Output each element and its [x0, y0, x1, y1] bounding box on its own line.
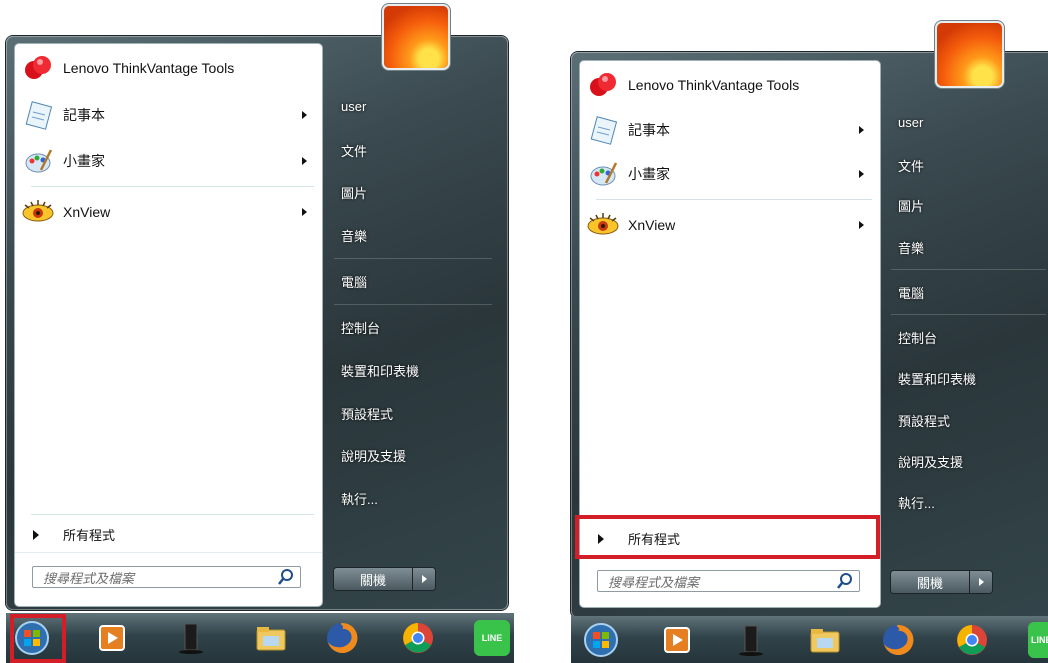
right-item-music[interactable]: 音樂 — [341, 226, 367, 245]
all-programs-highlight — [575, 515, 880, 559]
submenu-arrow-icon — [859, 126, 864, 134]
shutdown-button[interactable]: 關機 — [334, 568, 413, 590]
program-paint[interactable]: 小畫家 — [21, 144, 105, 178]
right-item-documents[interactable]: 文件 — [341, 141, 367, 160]
submenu-arrow-icon — [859, 170, 864, 178]
arrow-right-icon — [978, 578, 984, 586]
program-label: XnView — [63, 204, 111, 220]
submenu-arrow-icon — [859, 221, 864, 229]
programs-pane: Lenovo ThinkVantage Tools 記事本 小畫家 XnView — [15, 44, 322, 606]
user-avatar[interactable] — [384, 6, 448, 68]
program-notepad[interactable]: 記事本 — [586, 113, 670, 147]
right-item-computer[interactable]: 電腦 — [341, 272, 367, 291]
program-label: 小畫家 — [628, 166, 670, 182]
start-button-highlight — [10, 614, 66, 663]
program-label: 記事本 — [628, 122, 670, 138]
line-icon[interactable]: LINE — [1028, 622, 1048, 658]
user-avatar[interactable] — [937, 23, 1002, 86]
search-input[interactable]: 搜尋程式及檔案 — [597, 570, 860, 592]
right-item-music[interactable]: 音樂 — [898, 238, 924, 257]
programs-divider — [31, 186, 314, 187]
right-divider — [891, 269, 1046, 270]
file-explorer-icon[interactable] — [253, 620, 289, 656]
taskbar: LINE — [571, 616, 1048, 663]
lenovo-tools-icon — [586, 68, 620, 102]
paint-icon — [586, 157, 620, 191]
program-lenovo-tools[interactable]: Lenovo ThinkVantage Tools — [21, 51, 234, 85]
right-divider — [891, 314, 1046, 315]
line-icon-label: LINE — [481, 633, 503, 643]
right-item-default-programs[interactable]: 預設程式 — [341, 404, 393, 423]
all-programs-divider — [31, 514, 314, 515]
start-menu-screenshot-right: Lenovo ThinkVantage Tools 記事本 小畫家 XnView — [563, 0, 1048, 663]
media-player-icon[interactable] — [659, 622, 695, 658]
program-label: 記事本 — [63, 107, 105, 123]
computer-tower-icon[interactable] — [173, 620, 209, 656]
right-item-run[interactable]: 執行... — [341, 489, 378, 508]
shutdown-button[interactable]: 關機 — [891, 571, 970, 593]
submenu-arrow-icon — [302, 208, 307, 216]
shutdown-control: 關機 — [334, 568, 435, 590]
right-item-control-panel[interactable]: 控制台 — [341, 318, 380, 337]
notepad-icon — [586, 113, 620, 147]
right-item-user[interactable]: user — [341, 99, 366, 114]
search-icon[interactable] — [276, 567, 296, 587]
right-item-run[interactable]: 執行... — [898, 493, 935, 512]
xnview-icon — [21, 195, 55, 229]
expand-arrow-icon — [33, 529, 39, 540]
program-xnview[interactable]: XnView — [21, 195, 110, 229]
right-item-default-programs[interactable]: 預設程式 — [898, 411, 950, 430]
line-icon-label: LINE — [1031, 635, 1048, 645]
right-item-pictures[interactable]: 圖片 — [898, 196, 924, 215]
taskbar: LINE — [6, 613, 514, 663]
chrome-icon[interactable] — [954, 622, 990, 658]
right-item-help-support[interactable]: 說明及支援 — [341, 446, 406, 465]
start-menu-screenshot-left: Lenovo ThinkVantage Tools 記事本 小畫家 XnView — [0, 0, 520, 663]
program-lenovo-tools[interactable]: Lenovo ThinkVantage Tools — [586, 68, 799, 102]
file-explorer-icon[interactable] — [807, 622, 843, 658]
program-label: XnView — [628, 217, 676, 233]
all-programs-button[interactable]: 所有程式 — [33, 525, 115, 544]
right-item-pictures[interactable]: 圖片 — [341, 183, 367, 202]
program-notepad[interactable]: 記事本 — [21, 98, 105, 132]
lenovo-tools-icon — [21, 51, 55, 85]
search-placeholder: 搜尋程式及檔案 — [43, 570, 135, 586]
chrome-icon[interactable] — [400, 620, 436, 656]
right-item-computer[interactable]: 電腦 — [898, 283, 924, 302]
right-item-devices-printers[interactable]: 裝置和印表機 — [898, 369, 976, 388]
program-label: 小畫家 — [63, 153, 105, 169]
notepad-icon — [21, 98, 55, 132]
program-paint[interactable]: 小畫家 — [586, 157, 670, 191]
right-item-help-support[interactable]: 說明及支援 — [898, 452, 963, 471]
firefox-icon[interactable] — [880, 622, 916, 658]
right-item-user[interactable]: user — [898, 115, 923, 130]
search-placeholder: 搜尋程式及檔案 — [608, 574, 700, 590]
submenu-arrow-icon — [302, 157, 307, 165]
right-item-documents[interactable]: 文件 — [898, 156, 924, 175]
all-programs-label: 所有程式 — [63, 528, 116, 543]
shutdown-control: 關機 — [891, 571, 992, 593]
programs-divider — [596, 199, 872, 200]
media-player-icon[interactable] — [94, 620, 130, 656]
arrow-right-icon — [421, 575, 427, 583]
program-xnview[interactable]: XnView — [586, 208, 675, 242]
computer-tower-icon[interactable] — [733, 622, 769, 658]
right-divider — [334, 258, 492, 259]
firefox-icon[interactable] — [324, 620, 360, 656]
submenu-arrow-icon — [302, 111, 307, 119]
right-item-control-panel[interactable]: 控制台 — [898, 328, 937, 347]
windows-start-orb-icon[interactable] — [583, 622, 619, 658]
search-input[interactable]: 搜尋程式及檔案 — [32, 566, 301, 588]
search-divider — [15, 552, 322, 553]
program-label: Lenovo ThinkVantage Tools — [63, 60, 235, 76]
search-icon[interactable] — [835, 571, 855, 591]
right-item-devices-printers[interactable]: 裝置和印表機 — [341, 361, 419, 380]
paint-icon — [21, 144, 55, 178]
xnview-icon — [586, 208, 620, 242]
right-divider — [334, 304, 492, 305]
shutdown-options-button[interactable] — [970, 571, 992, 593]
line-icon[interactable]: LINE — [474, 620, 510, 656]
program-label: Lenovo ThinkVantage Tools — [628, 77, 800, 93]
shutdown-options-button[interactable] — [413, 568, 435, 590]
